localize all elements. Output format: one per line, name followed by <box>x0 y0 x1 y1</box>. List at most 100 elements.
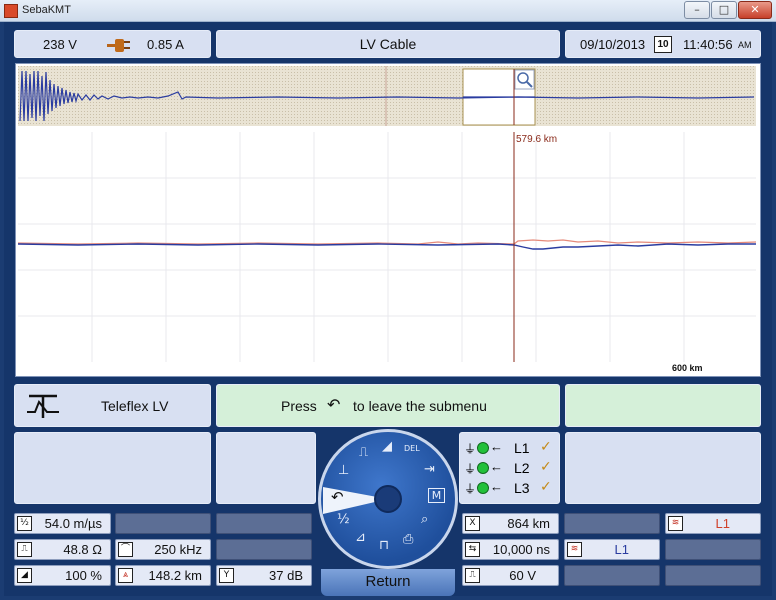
method-name: Teleflex LV <box>101 398 169 414</box>
amplification-field[interactable]: Y 37 dB <box>216 565 312 586</box>
arrow-left-icon: ← <box>490 479 503 494</box>
pulse-width-value: 10,000 ns <box>492 542 550 557</box>
channel-top-value: L1 <box>715 516 730 531</box>
green-led-icon <box>477 442 489 454</box>
window-title: SebaKMT <box>22 4 71 16</box>
distance-field[interactable]: ⩓ 148.2 km <box>115 565 211 586</box>
gain-ramp-icon: ◢ <box>17 568 32 583</box>
empty-slot <box>564 513 660 534</box>
empty-slot <box>115 513 211 534</box>
empty-slot <box>665 539 761 560</box>
channel-icon: ≋ <box>567 542 582 557</box>
channel-mid-field[interactable]: ≋ L1 <box>564 539 660 560</box>
arrow-left-icon: ← <box>490 439 503 454</box>
cursor-x-field[interactable]: X 864 km <box>462 513 559 534</box>
rotary-selector[interactable]: ↶ ⊥ ⎍ ◢ DEL ⇥ M ⌕ ⎙ ⊓ ⊿ ½ <box>318 429 458 569</box>
method-panel[interactable]: Teleflex LV <box>14 384 211 427</box>
velocity-field[interactable]: ½ 54.0 m/µs <box>14 513 111 534</box>
phase-row-l1[interactable]: ⏚ ← L1 ✓ <box>462 439 558 459</box>
memory-icon[interactable]: M <box>428 488 445 503</box>
ground-icon: ⏚ <box>464 482 477 496</box>
range-label: 600 km <box>672 363 703 373</box>
print-icon[interactable]: ⎙ <box>403 532 413 547</box>
status-panel-right <box>565 384 761 427</box>
return-button[interactable]: Return <box>321 569 455 596</box>
zoom-icon[interactable]: ⌕ <box>421 512 428 527</box>
phase-label: L1 <box>514 440 530 456</box>
gain-value: 100 % <box>65 568 102 583</box>
check-icon: ✓ <box>540 459 552 475</box>
impedance-field[interactable]: ⎍ 48.8 Ω <box>14 539 111 560</box>
hint-panel: Press ↶ to leave the submenu <box>216 384 560 427</box>
hint-suffix: to leave the submenu <box>353 398 487 414</box>
channel-top-field[interactable]: ≋ L1 <box>665 513 761 534</box>
info-panel-left <box>14 432 211 504</box>
delete-icon[interactable]: DEL <box>404 444 420 453</box>
pulse-voltage-field[interactable]: ⎍ 60 V <box>462 565 559 586</box>
app-icon <box>4 4 18 18</box>
teleflex-method-icon <box>27 394 59 418</box>
close-button[interactable]: ✕ <box>738 1 772 19</box>
green-led-icon <box>477 462 489 474</box>
distance-value: 148.2 km <box>148 568 202 583</box>
amplification-value: 37 dB <box>269 568 303 583</box>
date-readout: 09/10/2013 <box>580 37 646 52</box>
ground-icon: ⏚ <box>464 462 477 476</box>
minimize-button[interactable]: – <box>684 1 710 19</box>
amplification-icon: Y <box>219 568 234 583</box>
voltage-readout: 238 V <box>43 37 77 52</box>
pulse-width-icon: ⇆ <box>465 542 480 557</box>
phase-label: L2 <box>514 460 530 476</box>
empty-slot <box>216 513 312 534</box>
overview-trace[interactable] <box>18 66 756 126</box>
pulse-voltage-icon: ⎍ <box>465 568 480 583</box>
cursor-x-icon: X <box>465 516 480 531</box>
phase-row-l2[interactable]: ⏚ ← L2 ✓ <box>462 459 558 479</box>
impedance-icon: ⎍ <box>17 542 32 557</box>
velocity-value: 54.0 m/µs <box>44 516 102 531</box>
time-suffix: AM <box>738 40 752 50</box>
power-status-panel: 238 V 0.85 A <box>14 30 211 58</box>
info-panel-right <box>565 432 761 504</box>
plug-icon <box>107 39 130 52</box>
resistance-icon[interactable]: ⎍ <box>359 445 368 460</box>
filter-frequency-field[interactable]: ⌒ 250 kHz <box>115 539 211 560</box>
cursor-distance-label: 579.6 km <box>516 134 558 145</box>
pulse-icon[interactable]: ⊓ <box>379 538 389 553</box>
empty-slot <box>665 565 761 586</box>
velocity-icon[interactable]: ½ <box>337 512 350 527</box>
empty-slot <box>564 565 660 586</box>
ground-icon: ⏚ <box>464 442 477 456</box>
reflection-plot[interactable] <box>18 132 756 362</box>
arrow-left-icon: ← <box>490 459 503 474</box>
empty-slot <box>216 539 312 560</box>
datetime-panel: 09/10/2013 10 11:40:56 AM <box>565 30 761 58</box>
zoom-magnifier-icon[interactable] <box>514 69 535 90</box>
impedance-value: 48.8 Ω <box>63 542 102 557</box>
channel-icon: ≋ <box>668 516 683 531</box>
phase-row-l3[interactable]: ⏚ ← L3 ✓ <box>462 479 558 499</box>
method-menu-icon[interactable]: ⊥ <box>338 463 349 478</box>
green-led-icon <box>477 482 489 494</box>
phase-label: L3 <box>514 480 530 496</box>
frequency-value: 250 kHz <box>154 542 202 557</box>
distance-marker-icon: ⩓ <box>118 568 133 583</box>
pulse-width-field[interactable]: ⇆ 10,000 ns <box>462 539 559 560</box>
velocity-half-icon: ½ <box>17 516 32 531</box>
time-readout: 11:40:56 <box>683 37 733 52</box>
page-title: LV Cable <box>216 30 560 58</box>
hint-prefix: Press <box>281 398 317 414</box>
info-panel-center-left <box>216 432 316 504</box>
return-icon[interactable]: ↶ <box>331 488 344 506</box>
gain-icon[interactable]: ◢ <box>382 439 392 454</box>
cursor-x-value: 864 km <box>507 516 550 531</box>
end-marker-icon[interactable]: ⇥ <box>424 462 435 477</box>
maximize-button[interactable]: □ <box>711 1 737 19</box>
gain-field[interactable]: ◢ 100 % <box>14 565 111 586</box>
compare-icon[interactable]: ⊿ <box>355 530 366 545</box>
current-readout: 0.85 A <box>147 37 184 52</box>
return-arrow-icon: ↶ <box>327 395 341 414</box>
check-icon: ✓ <box>540 479 552 495</box>
window-titlebar: SebaKMT – □ ✕ <box>0 0 776 22</box>
check-icon: ✓ <box>540 439 552 455</box>
